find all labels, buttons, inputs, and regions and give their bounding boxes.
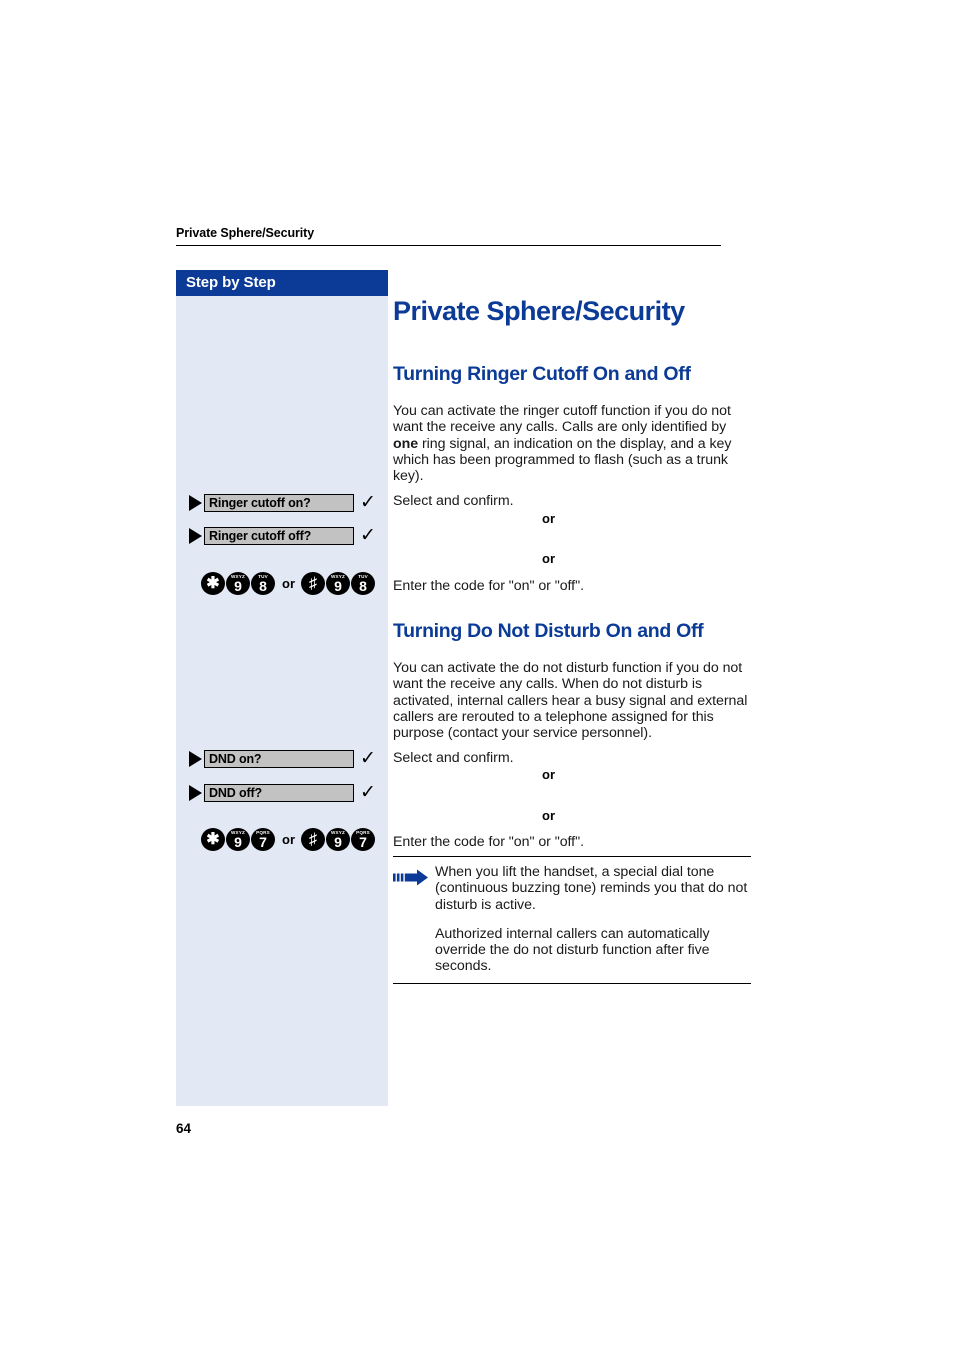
keycap-glyph: 7 (359, 833, 367, 850)
keycap-glyph: ✱ (206, 830, 220, 848)
running-head-text: Private Sphere/Security (176, 226, 315, 240)
play-triangle-icon (186, 527, 204, 545)
keycap-glyph: 7 (259, 833, 267, 850)
keypad-7-key[interactable]: PQRS 7 (351, 827, 375, 851)
dnd-description: You can activate the do not disturb func… (393, 660, 748, 742)
keycap-glyph: 8 (359, 577, 367, 594)
keycap-glyph: 9 (234, 833, 242, 850)
keycap-glyph: ✱ (206, 574, 220, 592)
note-box: When you lift the handset, a special dia… (393, 856, 751, 984)
note-icon-wrap (393, 864, 435, 975)
ringer-desc-part2: ring signal, an indication on the displa… (393, 435, 732, 485)
note-body: When you lift the handset, a special dia… (435, 864, 751, 975)
confirm-check-icon[interactable]: ✓ (360, 783, 376, 802)
keycap-glyph: ♯ (309, 574, 317, 592)
keycap-alpha: PQRS (356, 829, 370, 835)
ringer-cutoff-description: You can activate the ringer cutoff funct… (393, 403, 751, 484)
keycap-alpha: WXYZ (230, 573, 246, 579)
dnd-or-separator-2: or (542, 808, 555, 823)
keypad-hash-key[interactable]: ♯ (301, 827, 325, 851)
dnd-or-separator-1: or (542, 767, 555, 782)
dnd-on-softkey[interactable]: DND on? (204, 750, 354, 768)
keypad-9-key[interactable]: WXYZ 9 (226, 571, 250, 595)
blue-arrow-icon (393, 869, 429, 890)
sidebar-item-dnd-on[interactable]: DND on? ✓ (176, 749, 388, 769)
ringer-cutoff-on-softkey[interactable]: Ringer cutoff on? (204, 494, 354, 512)
keypad-8-key[interactable]: TUV 8 (251, 571, 275, 595)
ringer-or-separator-2: or (542, 551, 555, 566)
chapter-title: Private Sphere/Security (393, 296, 685, 326)
section-title-ringer-cutoff: Turning Ringer Cutoff On and Off (393, 363, 691, 385)
ringer-or-separator-1: or (542, 511, 555, 526)
keycap-alpha: TUV (358, 573, 368, 579)
keypad-9-key[interactable]: WXYZ 9 (326, 571, 350, 595)
note-paragraph-1: When you lift the handset, a special dia… (435, 864, 748, 913)
keypad-8-key[interactable]: TUV 8 (351, 571, 375, 595)
ringer-cutoff-on-label: Ringer cutoff on? (209, 496, 311, 510)
keypad-9-key[interactable]: WXYZ 9 (226, 827, 250, 851)
ringer-cutoff-off-label: Ringer cutoff off? (209, 529, 312, 543)
ringer-desc-part1: You can activate the ringer cutoff funct… (393, 403, 731, 436)
sidebar-item-ringer-cutoff-on[interactable]: Ringer cutoff on? ✓ (176, 493, 388, 513)
dnd-enter-code-text: Enter the code for "on" or "off". (393, 834, 584, 850)
sidebar-header-label: Step by Step (186, 274, 276, 291)
keycap-alpha: WXYZ (330, 829, 346, 835)
dnd-on-label: DND on? (209, 752, 262, 766)
confirm-check-icon[interactable]: ✓ (360, 493, 376, 512)
running-head: Private Sphere/Security (176, 226, 721, 246)
page-number: 64 (176, 1121, 192, 1136)
confirm-check-icon[interactable]: ✓ (360, 526, 376, 545)
running-head-rule (176, 245, 721, 246)
ringer-keycode-row: ✱ WXYZ 9 TUV 8 or ♯ WXYZ 9 TUV 8 (176, 570, 388, 596)
keypad-star-key[interactable]: ✱ (201, 571, 225, 595)
section-title-do-not-disturb: Turning Do Not Disturb On and Off (393, 620, 704, 642)
dnd-off-label: DND off? (209, 786, 262, 800)
keypad-hash-key[interactable]: ♯ (301, 571, 325, 595)
keycap-alpha: WXYZ (330, 573, 346, 579)
keycap-glyph: 9 (334, 833, 342, 850)
sidebar-item-ringer-cutoff-off[interactable]: Ringer cutoff off? ✓ (176, 526, 388, 546)
ringer-select-confirm-text: Select and confirm. (393, 493, 514, 509)
keycap-alpha: WXYZ (230, 829, 246, 835)
note-paragraph-2: Authorized internal callers can automati… (435, 925, 710, 975)
keypad-7-key[interactable]: PQRS 7 (251, 827, 275, 851)
play-triangle-icon (186, 750, 204, 768)
step-by-step-sidebar: Step by Step Ringer cutoff on? ✓ or Ring… (176, 270, 555, 1106)
ringer-enter-code-text: Enter the code for "on" or "off". (393, 578, 584, 594)
dnd-keycode-row: ✱ WXYZ 9 PQRS 7 or ♯ WXYZ 9 PQRS 7 (176, 826, 388, 852)
keycap-glyph: 9 (234, 577, 242, 594)
keycap-glyph: ♯ (309, 830, 317, 848)
sidebar-header: Step by Step (176, 270, 388, 296)
keycap-glyph: 8 (259, 577, 267, 594)
dnd-off-softkey[interactable]: DND off? (204, 784, 354, 802)
sidebar-item-dnd-off[interactable]: DND off? ✓ (176, 783, 388, 803)
confirm-check-icon[interactable]: ✓ (360, 749, 376, 768)
play-triangle-icon (186, 784, 204, 802)
keycode-or-separator: or (282, 831, 295, 847)
keycode-or-separator: or (282, 575, 295, 591)
ringer-cutoff-off-softkey[interactable]: Ringer cutoff off? (204, 527, 354, 545)
keycap-alpha: PQRS (256, 829, 270, 835)
keypad-9-key[interactable]: WXYZ 9 (326, 827, 350, 851)
keypad-star-key[interactable]: ✱ (201, 827, 225, 851)
dnd-select-confirm-text: Select and confirm. (393, 750, 514, 766)
keycap-glyph: 9 (334, 577, 342, 594)
play-triangle-icon (186, 494, 204, 512)
ringer-desc-emphasis: one (393, 435, 419, 452)
keycap-alpha: TUV (258, 573, 268, 579)
